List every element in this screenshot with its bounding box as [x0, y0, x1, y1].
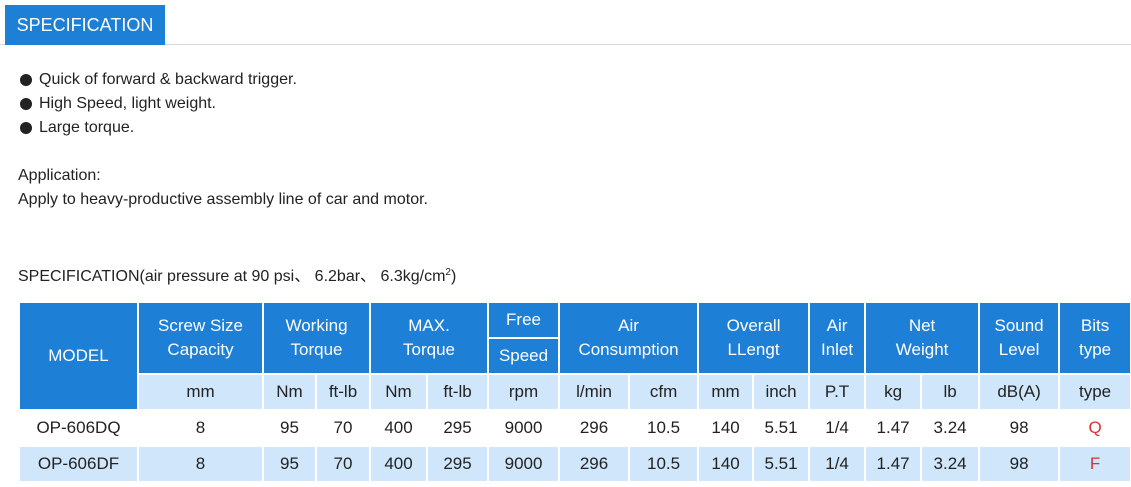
unit-cell: kg	[864, 373, 923, 411]
header-net-weight: Net Weight	[864, 301, 981, 375]
table-cell: 70	[314, 409, 372, 447]
header-overall-length: Overall LLengt	[697, 301, 811, 375]
feature-item: High Speed, light weight.	[18, 92, 1118, 116]
table-cell: 10.5	[628, 445, 700, 483]
unit-cell: rpm	[487, 373, 561, 411]
tab-specification[interactable]: SPECIFICATION	[5, 5, 165, 45]
features-section: Quick of forward & backward trigger. Hig…	[18, 68, 1118, 212]
unit-cell: inch	[752, 373, 811, 411]
unit-cell: ft-lb	[426, 373, 490, 411]
header-air-inlet: Air Inlet	[808, 301, 867, 375]
unit-cell: dB(A)	[978, 373, 1061, 411]
table-cell: 140	[697, 409, 755, 447]
unit-row: mm Nm ft-lb Nm ft-lb rpm l/min cfm mm in…	[19, 373, 1131, 411]
unit-cell: Nm	[369, 373, 429, 411]
header-sound-level: Sound Level	[978, 301, 1061, 375]
table-cell: 5.51	[752, 445, 811, 483]
unit-cell: P.T	[808, 373, 867, 411]
bullet-icon	[20, 98, 32, 110]
unit-cell: mm	[137, 373, 264, 411]
table-cell: 296	[558, 445, 631, 483]
table-cell: 3.24	[920, 409, 981, 447]
table-cell: 9000	[487, 409, 561, 447]
table-cell: 5.51	[752, 409, 811, 447]
spec-heading: SPECIFICATION(air pressure at 90 psi、 6.…	[18, 267, 457, 285]
header-free: Free	[487, 301, 561, 339]
model-cell: OP-606DQ	[18, 409, 139, 447]
model-cell: OP-606DF	[18, 445, 139, 483]
table-cell: 400	[369, 409, 429, 447]
feature-item: Quick of forward & backward trigger.	[18, 68, 1118, 92]
header-bits-type: Bits type	[1058, 301, 1131, 375]
header-model: MODEL	[18, 301, 139, 411]
unit-cell: lb	[920, 373, 981, 411]
bits-type-cell: F	[1058, 445, 1131, 483]
table-row: OP-606DF 8 95 70 400 295 9000 296 10.5 1…	[18, 445, 1131, 483]
table-cell: 295	[426, 409, 490, 447]
header-screw-size: Screw Size Capacity	[137, 301, 264, 375]
unit-cell: Nm	[262, 373, 317, 411]
unit-cell: cfm	[628, 373, 700, 411]
table-cell: 295	[426, 445, 490, 483]
table-cell: 1/4	[808, 445, 867, 483]
table-cell: 1.47	[864, 445, 923, 483]
unit-cell: type	[1058, 373, 1131, 411]
header-max-torque: MAX. Torque	[369, 301, 490, 375]
unit-cell: mm	[697, 373, 755, 411]
table-cell: 8	[137, 409, 264, 447]
table-row: OP-606DQ 8 95 70 400 295 9000 296 10.5 1…	[18, 409, 1131, 447]
table-cell: 98	[978, 445, 1061, 483]
table-cell: 10.5	[628, 409, 700, 447]
application-title: Application:	[18, 167, 101, 184]
table-cell: 400	[369, 445, 429, 483]
bits-type-cell: Q	[1058, 409, 1131, 447]
table-cell: 1/4	[808, 409, 867, 447]
table-cell: 3.24	[920, 445, 981, 483]
table-cell: 9000	[487, 445, 561, 483]
table-cell: 140	[697, 445, 755, 483]
bullet-icon	[20, 74, 32, 86]
unit-cell: l/min	[558, 373, 631, 411]
table-cell: 1.47	[864, 409, 923, 447]
tab-bar: SPECIFICATION	[0, 0, 1131, 45]
table-cell: 95	[262, 409, 317, 447]
spec-table: MODEL Screw Size Capacity Working Torque M…	[18, 301, 1131, 483]
table-cell: 70	[314, 445, 372, 483]
application-text: Apply to heavy-productive assembly line …	[18, 191, 428, 208]
unit-cell: ft-lb	[314, 373, 372, 411]
bullet-icon	[20, 122, 32, 134]
feature-item: Large torque.	[18, 116, 1118, 140]
table-cell: 98	[978, 409, 1061, 447]
header-speed: Speed	[487, 337, 561, 375]
header-air-consumption: Air Consumption	[558, 301, 700, 375]
table-cell: 296	[558, 409, 631, 447]
header-working-torque: Working Torque	[261, 301, 372, 375]
table-cell: 8	[137, 445, 264, 483]
table-cell: 95	[262, 445, 317, 483]
